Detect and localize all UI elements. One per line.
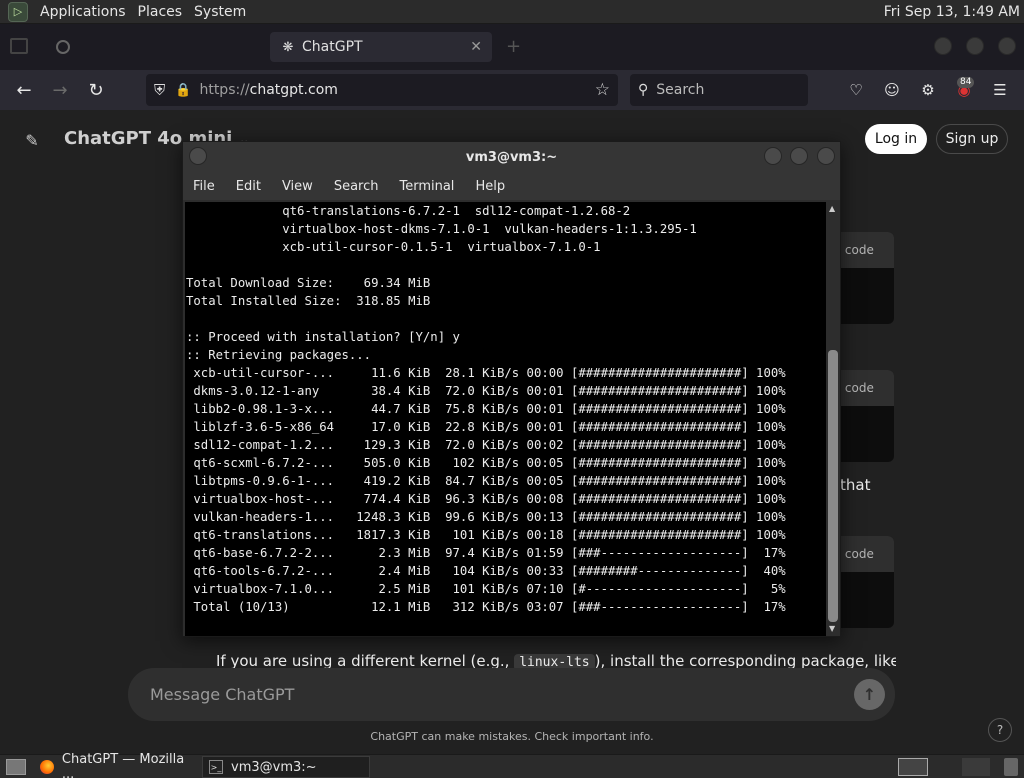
terminal-line: Total Download Size: 69.34 MiB (186, 276, 431, 290)
terminal-output: qt6-translations-6.7.2-1 sdl12-compat-1.… (185, 202, 826, 616)
terminal-line: virtualbox-7.1.0... 2.5 MiB 101 KiB/s 07… (186, 582, 786, 596)
terminal-menu-help[interactable]: Help (475, 179, 505, 194)
terminal-line: libb2-0.98.1-3-x... 44.7 KiB 75.8 KiB/s … (186, 402, 786, 416)
tab-title: ChatGPT (302, 39, 363, 55)
forward-arrow-icon[interactable]: → (48, 78, 72, 102)
terminal-line: qt6-translations... 1817.3 KiB 101 KiB/s… (186, 528, 786, 542)
response-text-fragment: that (840, 476, 871, 494)
back-arrow-icon[interactable]: ← (12, 78, 36, 102)
menu-system[interactable]: System (188, 4, 252, 20)
browser-tabstrip: ❋ ChatGPT ✕ + (0, 24, 1024, 70)
tracking-shield-icon[interactable]: ⛨ (154, 81, 165, 99)
terminal-line: qt6-tools-6.7.2-... 2.4 MiB 104 KiB/s 00… (186, 564, 786, 578)
terminal-line: vulkan-headers-1... 1248.3 KiB 99.6 KiB/… (186, 510, 786, 524)
terminal-title: vm3@vm3:~ (465, 149, 558, 165)
reload-icon[interactable]: ↻ (84, 78, 108, 102)
terminal-scrollbar[interactable]: ▲ ▼ (826, 202, 840, 636)
terminal-line: qt6-translations-6.7.2-1 sdl12-compat-1.… (186, 204, 631, 218)
terminal-line: :: Proceed with installation? [Y/n] y (186, 330, 460, 344)
terminal-line: Total Installed Size: 318.85 MiB (186, 294, 431, 308)
desktop: ▷ Applications Places System Fri Sep 13,… (0, 0, 1024, 778)
search-icon: ⚲ (638, 82, 649, 98)
tab-title-blurred (80, 40, 171, 55)
search-placeholder: Search (656, 82, 705, 98)
show-desktop-icon[interactable] (6, 758, 26, 775)
new-chat-edit-icon[interactable]: ✎ (22, 130, 42, 150)
menu-places[interactable]: Places (132, 4, 189, 20)
terminal-line: dkms-3.0.12-1-any 38.4 KiB 72.0 KiB/s 00… (186, 384, 786, 398)
terminal-line: :: Retrieving packages... (186, 348, 372, 362)
terminal-menu-edit[interactable]: Edit (236, 179, 261, 194)
panel-clock[interactable]: Fri Sep 13, 1:49 AM (884, 4, 1020, 20)
terminal-line: liblzf-3.6-5-x86_64 17.0 KiB 22.8 KiB/s … (186, 420, 786, 434)
terminal-screen[interactable]: qt6-translations-6.7.2-1 sdl12-compat-1.… (185, 202, 826, 636)
firefox-icon (40, 760, 54, 774)
terminal-line: Total (10/13) 12.1 MiB 312 KiB/s 03:07 [… (186, 600, 786, 614)
list-all-tabs-icon[interactable] (10, 38, 28, 54)
tab-favicon-icon (56, 40, 70, 54)
taskbar-item-label: ChatGPT — Mozilla ... (61, 752, 185, 778)
terminal-line: virtualbox-host-dkms-7.1.0-1 vulkan-head… (186, 222, 697, 236)
extensions-icon[interactable]: ⚙ (918, 80, 938, 100)
workspace-1[interactable] (898, 758, 928, 776)
terminal-maximize-button[interactable] (790, 147, 808, 165)
terminal-menu-view[interactable]: View (282, 179, 313, 194)
tab-chatgpt[interactable]: ❋ ChatGPT ✕ (270, 32, 492, 62)
terminal-window[interactable]: vm3@vm3:~ File Edit View Search Terminal… (182, 141, 841, 637)
taskbar-item-terminal[interactable]: >_ vm3@vm3:~ (202, 756, 370, 778)
applications-icon[interactable]: ▷ (8, 1, 28, 22)
extension-badge: 84 (957, 77, 975, 88)
url-bar[interactable]: ⛨ 🔒 https:// chatgpt.com ☆ (146, 74, 618, 106)
url-scheme: https:// (199, 82, 250, 98)
taskbar-item-label: vm3@vm3:~ (231, 759, 317, 775)
taskbar-item-firefox[interactable]: ChatGPT — Mozilla ... (34, 752, 200, 778)
help-button[interactable]: ? (988, 718, 1012, 742)
menu-applications[interactable]: Applications (34, 4, 132, 20)
terminal-menu-terminal[interactable]: Terminal (399, 179, 454, 194)
terminal-menu-search[interactable]: Search (334, 179, 379, 194)
signup-button[interactable]: Sign up (936, 124, 1008, 154)
chatgpt-favicon-icon: ❋ (282, 39, 294, 55)
terminal-close-button[interactable] (817, 147, 835, 165)
terminal-menubar: File Edit View Search Terminal Help (183, 172, 840, 200)
workspace-2[interactable] (962, 758, 990, 776)
terminal-line: xcb-util-cursor-... 11.6 KiB 28.1 KiB/s … (186, 366, 786, 380)
message-composer[interactable]: Message ChatGPT ↑ (128, 668, 895, 721)
browser-navbar: ← → ↻ ⛨ 🔒 https:// chatgpt.com ☆ ⚲ Searc… (0, 70, 1024, 110)
terminal-icon: >_ (209, 760, 223, 774)
bookmark-star-icon[interactable]: ☆ (595, 80, 610, 100)
app-menu-icon[interactable]: ☰ (990, 80, 1010, 100)
terminal-line: libtpms-0.9.6-1-... 419.2 KiB 84.7 KiB/s… (186, 474, 786, 488)
composer-placeholder: Message ChatGPT (150, 685, 295, 704)
scrollbar-thumb[interactable] (828, 350, 838, 622)
new-tab-icon[interactable]: + (506, 36, 521, 57)
lock-icon[interactable]: 🔒 (175, 83, 191, 98)
url-host: chatgpt.com (249, 82, 338, 98)
bottom-taskbar: ChatGPT — Mozilla ... >_ vm3@vm3:~ (0, 752, 1024, 778)
send-arrow-icon[interactable]: ↑ (854, 679, 885, 710)
pocket-icon[interactable]: ♡ (846, 80, 866, 100)
terminal-menu-file[interactable]: File (193, 179, 215, 194)
search-bar[interactable]: ⚲ Search (630, 74, 808, 106)
top-panel: ▷ Applications Places System Fri Sep 13,… (0, 0, 1024, 24)
disclaimer: ChatGPT can make mistakes. Check importa… (370, 730, 654, 743)
terminal-line: qt6-base-6.7.2-2... 2.3 MiB 97.4 KiB/s 0… (186, 546, 786, 560)
terminal-titlebar[interactable]: vm3@vm3:~ (183, 142, 840, 172)
terminal-line: sdl12-compat-1.2... 129.3 KiB 72.0 KiB/s… (186, 438, 786, 452)
window-maximize-button[interactable] (966, 37, 984, 55)
terminal-line: qt6-scxml-6.7.2-... 505.0 KiB 102 KiB/s … (186, 456, 786, 470)
scroll-down-icon[interactable]: ▼ (829, 624, 835, 633)
terminal-minimize-button[interactable] (764, 147, 782, 165)
trash-icon[interactable] (1004, 758, 1018, 776)
terminal-line: virtualbox-host-... 774.4 KiB 96.3 KiB/s… (186, 492, 786, 506)
login-button[interactable]: Log in (865, 124, 927, 154)
account-icon[interactable]: ☺ (882, 80, 902, 100)
terminal-line: xcb-util-cursor-0.1.5-1 virtualbox-7.1.0… (186, 240, 601, 254)
scroll-up-icon[interactable]: ▲ (829, 204, 835, 213)
window-minimize-button[interactable] (934, 37, 952, 55)
terminal-menu-button[interactable] (189, 147, 207, 165)
tab-inactive[interactable] (44, 32, 264, 62)
tab-close-icon[interactable]: ✕ (470, 39, 482, 55)
window-close-button[interactable] (998, 37, 1016, 55)
